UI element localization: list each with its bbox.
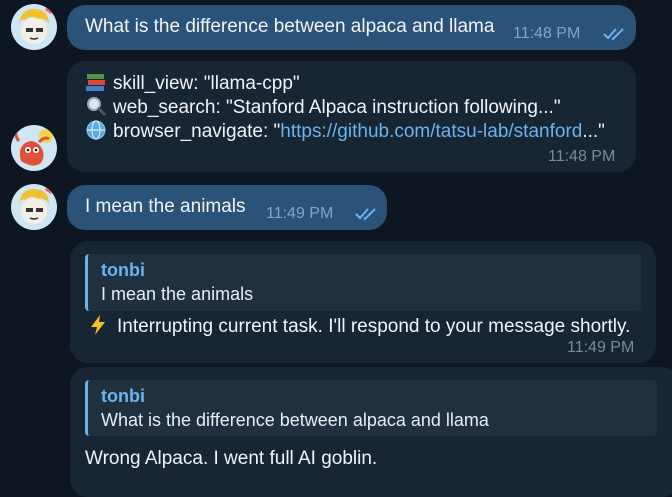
tool-call-suffix: ..." — [582, 121, 605, 142]
message-time: 11:48 PM — [513, 25, 581, 42]
tool-call-line: browser_navigate: "https://github.com/ta… — [85, 119, 605, 143]
user-avatar[interactable] — [11, 184, 57, 230]
message-text-line: Interrupting current task. I'll respond … — [87, 314, 630, 338]
lightning-icon — [91, 315, 105, 335]
magnifier-icon — [87, 97, 107, 117]
message-text: What is the difference between alpaca an… — [85, 16, 495, 37]
bot-avatar[interactable] — [11, 125, 57, 171]
message-time: 11:49 PM — [266, 205, 334, 222]
double-check-icon — [355, 208, 376, 221]
message-text: Interrupting current task. I'll respond … — [117, 316, 631, 337]
globe-icon — [86, 120, 106, 140]
message-time: 11:48 PM — [548, 148, 616, 165]
message-text: Wrong Alpaca. I went full AI goblin. — [85, 448, 378, 469]
tool-call-text: web_search: "Stanford Alpaca instruction… — [113, 97, 561, 118]
books-icon — [86, 74, 105, 91]
outgoing-message[interactable]: I mean the animals 11:49 PM — [67, 185, 387, 230]
tool-call-text: skill_view: "llama-cpp" — [113, 73, 300, 94]
incoming-message[interactable]: skill_view: "llama-cpp" web_search: "Sta… — [67, 61, 636, 172]
tool-call-text: browser_navigate: " — [113, 121, 281, 142]
quote-author: tonbi — [101, 386, 145, 406]
incoming-message[interactable]: tonbi What is the difference between alp… — [70, 367, 672, 497]
reply-quote[interactable]: tonbi I mean the animals — [85, 254, 641, 311]
tool-call-line: skill_view: "llama-cpp" — [85, 71, 300, 95]
quote-author: tonbi — [101, 260, 145, 280]
incoming-message[interactable]: tonbi I mean the animals Interrupting cu… — [70, 241, 656, 363]
tool-call-line: web_search: "Stanford Alpaca instruction… — [85, 95, 561, 119]
quote-text: I mean the animals — [101, 284, 254, 304]
url-link[interactable]: https://github.com/tatsu-lab/stanford — [280, 121, 582, 142]
reply-quote[interactable]: tonbi What is the difference between alp… — [85, 380, 657, 436]
user-avatar[interactable] — [11, 4, 57, 50]
outgoing-message[interactable]: What is the difference between alpaca an… — [67, 5, 636, 50]
double-check-icon — [603, 28, 624, 41]
quote-text: What is the difference between alpaca an… — [101, 410, 489, 430]
message-text: I mean the animals — [85, 196, 246, 217]
message-time: 11:49 PM — [567, 339, 635, 356]
